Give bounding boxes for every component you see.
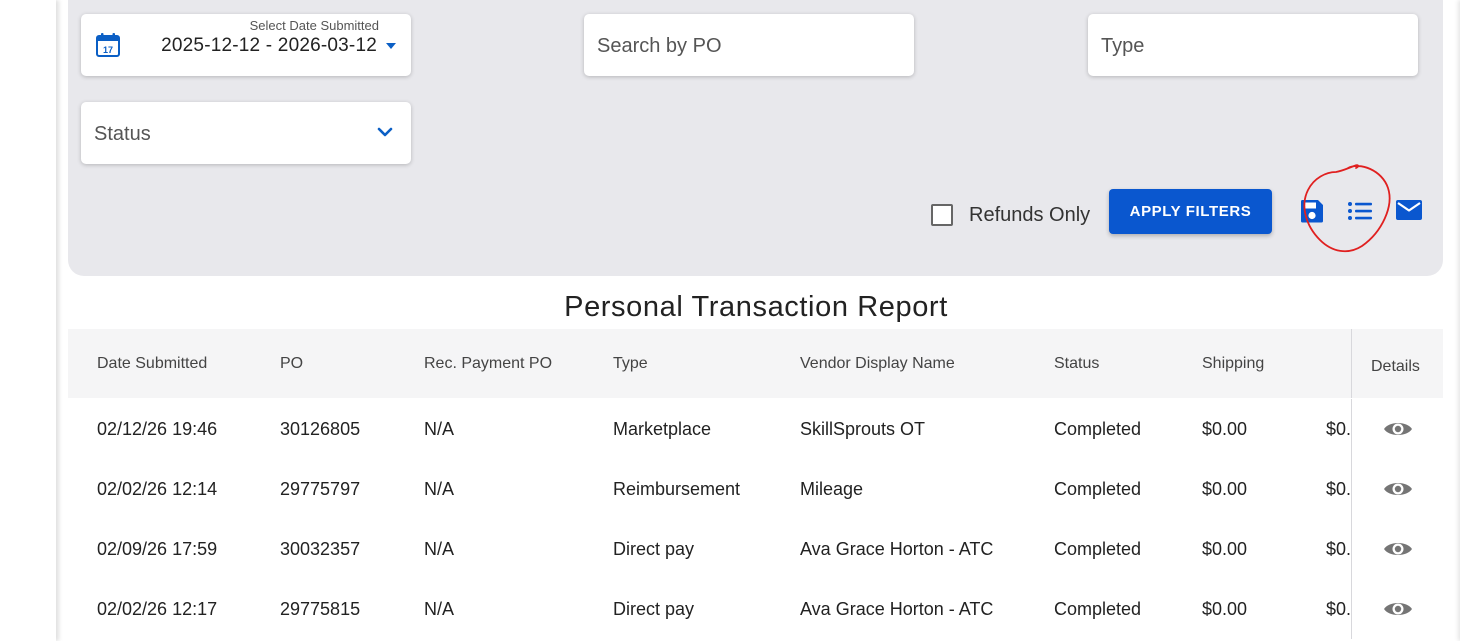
page: 17 Select Date Submitted 2025-12-12 - 20… — [0, 0, 1474, 641]
cell-rec-payment-po: N/A — [424, 479, 455, 499]
column-header-type[interactable]: Type — [613, 355, 648, 373]
cell-po: 29775797 — [280, 479, 361, 499]
status-select[interactable]: Status — [81, 102, 411, 164]
cell-po: 29775815 — [280, 599, 361, 619]
refunds-only-label: Refunds Only — [969, 203, 1091, 226]
column-header-po[interactable]: PO — [280, 355, 303, 373]
po-search-input[interactable]: Search by PO — [584, 14, 914, 76]
cell-status: Completed — [1054, 479, 1142, 499]
cell-date: 02/12/26 19:46 — [97, 419, 218, 439]
eye-icon[interactable] — [1383, 538, 1413, 560]
cell-vendor: Mileage — [800, 479, 864, 499]
save-icon[interactable] — [1299, 198, 1325, 224]
table-row: 02/12/26 19:46 30126805 N/A Marketplace … — [68, 399, 1443, 459]
cell-shipping: $0.00 — [1202, 479, 1248, 499]
eye-icon[interactable] — [1383, 478, 1413, 500]
cell-status: Completed — [1054, 539, 1142, 559]
cell-date: 02/02/26 12:14 — [97, 479, 218, 499]
refunds-only-checkbox[interactable] — [931, 204, 953, 226]
cell-next-amount: $0. — [1326, 599, 1351, 619]
date-range-picker[interactable]: 17 Select Date Submitted 2025-12-12 - 20… — [81, 14, 411, 76]
cell-shipping: $0.00 — [1202, 419, 1248, 439]
details-cell — [1351, 519, 1443, 579]
column-header-shipping[interactable]: Shipping — [1202, 355, 1264, 373]
report-title: Personal Transaction Report — [564, 291, 948, 323]
date-range-label: Select Date Submitted — [249, 18, 379, 33]
apply-filters-button[interactable]: APPLY FILTERS — [1109, 189, 1272, 234]
calendar-icon: 17 — [96, 33, 120, 57]
chevron-down-icon — [377, 127, 393, 137]
details-cell — [1351, 399, 1443, 459]
column-header-details: Details — [1371, 358, 1420, 375]
date-range-value: 2025-12-12 - 2026-03-12 — [161, 35, 377, 56]
cell-vendor: Ava Grace Horton - ATC — [800, 539, 994, 559]
eye-icon[interactable] — [1383, 418, 1413, 440]
mail-icon[interactable] — [1395, 198, 1423, 222]
caret-down-icon — [386, 43, 396, 49]
type-input[interactable]: Type — [1088, 14, 1418, 76]
cell-vendor: Ava Grace Horton - ATC — [800, 599, 994, 619]
table-row: 02/02/26 12:14 29775797 N/A Reimbursemen… — [68, 459, 1443, 519]
column-header-details-cell: Details — [1351, 329, 1443, 398]
cell-type: Reimbursement — [613, 479, 741, 499]
column-header-vendor[interactable]: Vendor Display Name — [800, 355, 955, 373]
table-row: 02/09/26 17:59 30032357 N/A Direct pay A… — [68, 519, 1443, 579]
cell-type: Marketplace — [613, 419, 712, 439]
cell-rec-payment-po: N/A — [424, 539, 455, 559]
cell-date: 02/09/26 17:59 — [97, 539, 218, 559]
cell-date: 02/02/26 12:17 — [97, 599, 218, 619]
cell-rec-payment-po: N/A — [424, 419, 455, 439]
column-header-status[interactable]: Status — [1054, 355, 1099, 373]
cell-shipping: $0.00 — [1202, 539, 1248, 559]
cell-rec-payment-po: N/A — [424, 599, 455, 619]
column-header-date[interactable]: Date Submitted — [97, 355, 207, 373]
eye-icon[interactable] — [1383, 598, 1413, 620]
list-icon[interactable] — [1346, 198, 1374, 224]
cell-type: Direct pay — [613, 599, 695, 619]
type-placeholder: Type — [1101, 35, 1145, 57]
table-row: 02/02/26 12:17 29775815 N/A Direct pay A… — [68, 579, 1443, 639]
cell-status: Completed — [1054, 599, 1142, 619]
cell-po: 30126805 — [280, 419, 361, 439]
details-cell — [1351, 459, 1443, 519]
details-cell — [1351, 579, 1443, 639]
refunds-only-toggle[interactable]: Refunds Only — [931, 203, 1090, 227]
cell-next-amount: $0. — [1326, 419, 1351, 439]
cell-po: 30032357 — [280, 539, 361, 559]
cell-vendor: SkillSprouts OT — [800, 419, 926, 439]
cell-type: Direct pay — [613, 539, 695, 559]
svg-text:17: 17 — [103, 45, 113, 55]
cell-status: Completed — [1054, 419, 1142, 439]
po-search-placeholder: Search by PO — [597, 35, 722, 57]
table-header: Date Submitted PO Rec. Payment PO Type V… — [68, 329, 1443, 398]
cell-next-amount: $0. — [1326, 479, 1351, 499]
transactions-table: Date Submitted PO Rec. Payment PO Type V… — [68, 329, 1443, 641]
status-placeholder: Status — [94, 123, 151, 145]
cell-next-amount: $0. — [1326, 539, 1351, 559]
cell-shipping: $0.00 — [1202, 599, 1248, 619]
column-header-rec-payment-po[interactable]: Rec. Payment PO — [424, 355, 552, 373]
